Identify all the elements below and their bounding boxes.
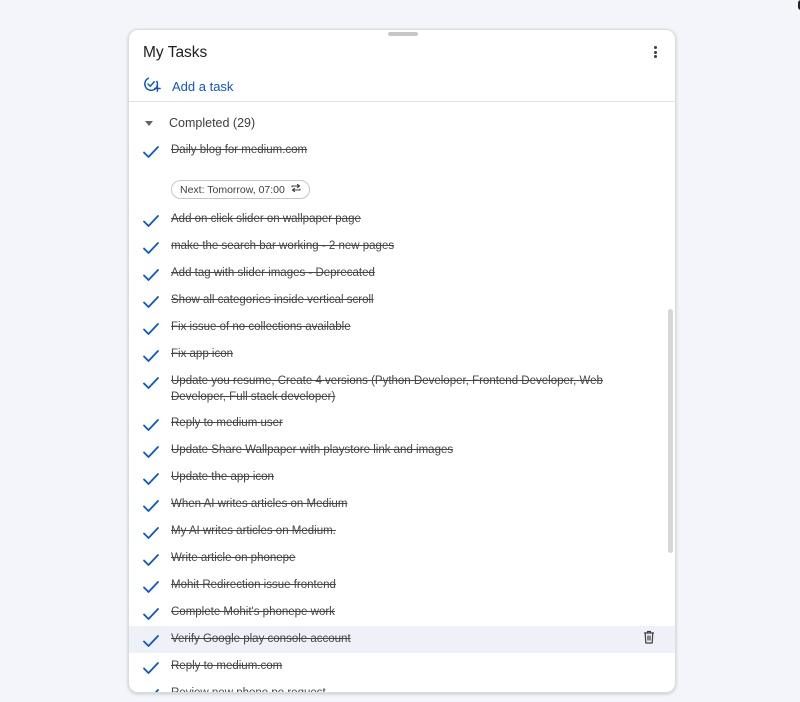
task-body: When AI writes articles on Medium [171, 496, 675, 512]
page-title: My Tasks [143, 44, 208, 61]
task-body: Add on click slider on wallpaper page [171, 211, 675, 227]
task-title[interactable]: Reply to medium user [171, 415, 655, 431]
checkmark-icon[interactable] [129, 631, 171, 648]
task-title[interactable]: Update you resume, Create 4 versions (Py… [171, 373, 655, 405]
completed-section-toggle[interactable]: Completed (29) [143, 114, 255, 132]
task-title[interactable]: Reply to medium.com [171, 658, 655, 674]
recurrence-chip[interactable]: Next: Tomorrow, 07:00 [171, 180, 310, 199]
task-body: Update Share Wallpaper with playstore li… [171, 442, 675, 458]
checkmark-icon[interactable] [129, 211, 171, 228]
add-task-icon [143, 75, 161, 98]
task-body: Show all categories inside vertical scro… [171, 292, 675, 308]
more-vert-icon [653, 46, 657, 49]
task-title[interactable]: Show all categories inside vertical scro… [171, 292, 655, 308]
task-body: make the search bar working - 2 new page… [171, 238, 675, 254]
task-title[interactable]: Update the app icon [171, 469, 655, 485]
more-options-button[interactable] [649, 44, 661, 60]
task-row[interactable]: Fix issue of no collections available [129, 314, 675, 341]
task-row[interactable]: Update you resume, Create 4 versions (Py… [129, 368, 675, 410]
task-row[interactable]: Reply to medium.com [129, 653, 675, 680]
checkmark-icon[interactable] [129, 577, 171, 594]
task-row[interactable]: When AI writes articles on Medium [129, 491, 675, 518]
task-title[interactable]: When AI writes articles on Medium [171, 496, 655, 512]
task-body: Add tag with slider images - Deprecated [171, 265, 675, 281]
checkmark-icon[interactable] [129, 292, 171, 309]
repeat-icon [285, 183, 302, 196]
task-row[interactable]: Add on click slider on wallpaper page [129, 206, 675, 233]
checkmark-icon[interactable] [129, 658, 171, 675]
task-row[interactable]: Reply to medium user [129, 410, 675, 437]
task-title[interactable]: Update Share Wallpaper with playstore li… [171, 442, 655, 458]
checkmark-icon[interactable] [129, 238, 171, 255]
task-body: Fix issue of no collections available [171, 319, 675, 335]
add-task-label: Add a task [172, 78, 234, 94]
task-row[interactable]: Show all categories inside vertical scro… [129, 287, 675, 314]
task-row[interactable]: Update Share Wallpaper with playstore li… [129, 437, 675, 464]
task-body: My AI writes articles on Medium. [171, 523, 675, 539]
task-title[interactable]: My AI writes articles on Medium. [171, 523, 655, 539]
drag-handle[interactable] [388, 32, 418, 36]
task-title[interactable]: Review new phone pe request [171, 685, 655, 692]
checkmark-icon[interactable] [129, 319, 171, 336]
task-title[interactable]: Daily blog for medium.com [171, 142, 655, 158]
trash-icon[interactable] [643, 630, 655, 644]
checkmark-icon[interactable] [129, 142, 171, 159]
task-title[interactable]: Fix app icon [171, 346, 655, 362]
task-title[interactable]: Verify Google play console account [171, 631, 655, 647]
scrollbar-thumb[interactable] [668, 309, 673, 553]
checkmark-icon[interactable] [129, 265, 171, 282]
task-row[interactable]: make the search bar working - 2 new page… [129, 233, 675, 260]
task-row[interactable]: Write article on phonepe [129, 545, 675, 572]
task-body: Update the app icon [171, 469, 675, 485]
completed-task-list: Daily blog for medium.com Next: Tomorrow,… [129, 138, 675, 692]
checkmark-icon[interactable] [129, 415, 171, 432]
task-row[interactable]: Mohit Redirection issue frontend [129, 572, 675, 599]
task-row[interactable]: Fix app icon [129, 341, 675, 368]
task-body: Write article on phonepe [171, 550, 675, 566]
tasks-panel: My Tasks Add a task Completed (29) Daily… [128, 29, 676, 693]
checkmark-icon[interactable] [129, 523, 171, 540]
task-body: Verify Google play console account [171, 631, 675, 647]
task-row[interactable]: Add tag with slider images - Deprecated [129, 260, 675, 287]
checkmark-icon[interactable] [129, 373, 171, 390]
task-body: Reply to medium user [171, 415, 675, 431]
task-title[interactable]: Fix issue of no collections available [171, 319, 655, 335]
add-task-button[interactable]: Add a task [143, 75, 233, 97]
task-row[interactable]: Verify Google play console account [129, 626, 675, 653]
caret-down-icon [145, 120, 153, 126]
task-body: Update you resume, Create 4 versions (Py… [171, 373, 675, 405]
task-title[interactable]: Write article on phonepe [171, 550, 655, 566]
task-body: Complete Mohit's phonepe work [171, 604, 675, 620]
checkmark-icon[interactable] [129, 685, 171, 692]
header-divider [129, 101, 675, 102]
task-body: Fix app icon [171, 346, 675, 362]
checkmark-icon[interactable] [129, 442, 171, 459]
task-row[interactable]: My AI writes articles on Medium. [129, 518, 675, 545]
checkmark-icon[interactable] [129, 496, 171, 513]
task-row[interactable]: Daily blog for medium.com Next: Tomorrow,… [129, 138, 675, 206]
checkmark-icon[interactable] [129, 604, 171, 621]
checkmark-icon[interactable] [129, 469, 171, 486]
task-title[interactable]: make the search bar working - 2 new page… [171, 238, 655, 254]
task-title[interactable]: Mohit Redirection issue frontend [171, 577, 655, 593]
recurrence-chip-label: Next: Tomorrow, 07:00 [180, 183, 285, 196]
task-body: Daily blog for medium.com Next: Tomorrow,… [171, 142, 675, 201]
checkmark-icon[interactable] [129, 346, 171, 363]
task-body: Mohit Redirection issue frontend [171, 577, 675, 593]
task-title[interactable]: Add on click slider on wallpaper page [171, 211, 655, 227]
task-row[interactable]: Complete Mohit's phonepe work [129, 599, 675, 626]
task-body: Review new phone pe request [171, 685, 675, 692]
checkmark-icon[interactable] [129, 550, 171, 567]
task-body: Reply to medium.com [171, 658, 675, 674]
completed-count-label: Completed (29) [169, 116, 256, 130]
task-title[interactable]: Add tag with slider images - Deprecated [171, 265, 655, 281]
task-row[interactable]: Review new phone pe request [129, 680, 675, 692]
task-row[interactable]: Update the app icon [129, 464, 675, 491]
task-title[interactable]: Complete Mohit's phonepe work [171, 604, 655, 620]
